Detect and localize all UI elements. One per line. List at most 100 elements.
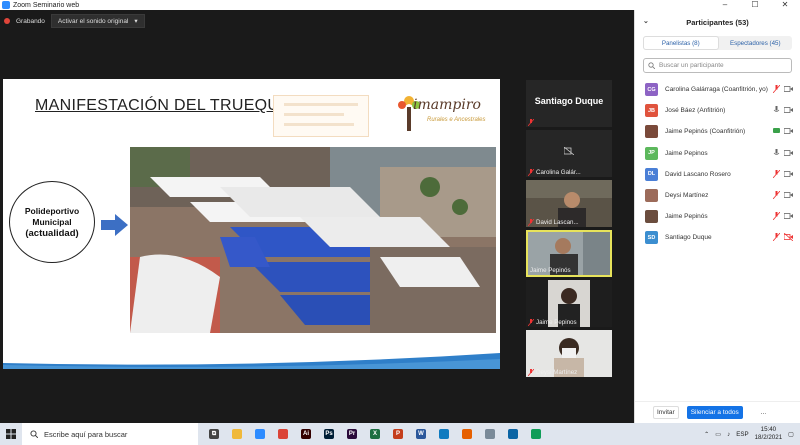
app-glyph: ⧉ — [209, 429, 219, 439]
excel-icon[interactable]: X — [365, 425, 385, 443]
participant-row[interactable]: JB José Báez (Anfitrión) — [635, 100, 800, 121]
taskbar-search-input[interactable]: Escribe aquí para buscar — [22, 423, 198, 445]
participant-row[interactable]: JP Jaime Pepinos — [635, 143, 800, 164]
thumbnail-tile[interactable]: Jaime Pepinos — [526, 280, 612, 327]
participant-name: Carolina Galárraga (Coanfitrión, yo) — [665, 86, 768, 94]
mic-muted-icon — [528, 319, 534, 326]
mic-icon[interactable] — [773, 106, 780, 114]
circle-line-3: (actualidad) — [25, 227, 79, 239]
participants-panel: ⌄ Participantes (53) Panelistas (8) Espe… — [634, 10, 800, 423]
video-icon[interactable] — [784, 127, 793, 135]
participant-row[interactable]: Jaime Pepinós (Coanfitrión) — [635, 121, 800, 142]
tab-panelists[interactable]: Panelistas (8) — [643, 36, 719, 50]
task-view-icon[interactable]: ⧉ — [204, 425, 224, 443]
app-glyph: Pr — [347, 429, 357, 439]
chrome-icon[interactable] — [273, 425, 293, 443]
participant-row[interactable]: DL David Lascano Rosero — [635, 164, 800, 185]
recording-label: Grabando — [16, 17, 45, 25]
screen-share-icon[interactable] — [773, 127, 780, 135]
volume-icon[interactable]: ♪ — [727, 431, 730, 438]
thumbnail-tile[interactable]: Santiago Duque — [526, 80, 612, 127]
photoshop-icon[interactable]: Ps — [319, 425, 339, 443]
maximize-button[interactable]: ☐ — [740, 0, 770, 10]
mic-muted-icon[interactable] — [773, 212, 780, 221]
participants-header: ⌄ Participantes (53) — [635, 10, 800, 34]
mute-all-button[interactable]: Silenciar a todos — [686, 406, 743, 419]
window-titlebar: Zoom Seminario web – ☐ ✕ — [0, 0, 800, 10]
avatar — [645, 189, 658, 203]
participant-row[interactable]: Jaime Pepinós — [635, 206, 800, 227]
chevron-down-icon[interactable]: ▾ — [134, 17, 137, 25]
edge-icon[interactable] — [434, 425, 454, 443]
mic-muted-icon[interactable] — [773, 233, 780, 242]
slide-faded-textbox — [273, 95, 369, 137]
participant-status-icons — [773, 127, 793, 135]
participant-name: José Báez (Anfitrión) — [665, 107, 726, 115]
network-icon[interactable]: ▭ — [715, 431, 721, 438]
participant-status-icons — [773, 148, 793, 157]
video-icon[interactable] — [784, 191, 793, 199]
zoom-app-icon — [2, 1, 10, 9]
file-explorer-icon[interactable] — [227, 425, 247, 443]
clock[interactable]: 15:40 18/2/2021 — [755, 426, 783, 442]
avatar: SD — [645, 231, 658, 245]
participant-name: Jaime Pepinós (Coanfitrión) — [665, 128, 746, 136]
firefox-icon[interactable] — [457, 425, 477, 443]
thumbnail-tile[interactable]: David Lascan... — [526, 180, 612, 227]
video-icon[interactable] — [784, 149, 793, 157]
more-options-button[interactable]: ... — [761, 409, 766, 416]
participant-row[interactable]: CG Carolina Galárraga (Coanfitrión, yo) — [635, 79, 800, 100]
zoom-icon[interactable] — [250, 425, 270, 443]
pimampiro-logo: imampiro Rurales e Ancestrales — [397, 91, 497, 133]
avatar: DL — [645, 167, 658, 181]
app-glyph: Ps — [324, 429, 334, 439]
clock-date: 18/2/2021 — [754, 434, 783, 441]
start-button[interactable] — [0, 423, 22, 445]
chrome-icon-2[interactable] — [526, 425, 546, 443]
thumbnail-tile[interactable]: Deysi Martínez — [526, 330, 612, 377]
app-glyph — [485, 429, 495, 439]
slide-title: MANIFESTACIÓN DEL TRUEQUE — [35, 97, 291, 114]
windows-taskbar: Escribe aquí para buscar ⧉ Ai Ps Pr X P W ⌃ ▭ … — [0, 423, 800, 445]
mic-muted-icon[interactable] — [773, 85, 780, 93]
invite-button[interactable]: Invitar — [653, 406, 679, 419]
notifications-icon[interactable]: ▢ — [788, 431, 794, 438]
aerial-photo-graphic — [130, 147, 496, 333]
window-title: Zoom Seminario web — [13, 1, 80, 9]
video-icon[interactable] — [784, 212, 793, 220]
logo-wordmark: imampiro — [413, 97, 481, 113]
illustrator-icon[interactable]: Ai — [296, 425, 316, 443]
mic-muted-icon[interactable] — [773, 169, 780, 178]
language-indicator[interactable]: ESP — [736, 431, 748, 438]
participant-row[interactable]: Deysi Martínez — [635, 185, 800, 206]
participant-row[interactable]: SD Santiago Duque — [635, 227, 800, 248]
minimize-button[interactable]: – — [710, 0, 740, 10]
thumbnail-tile[interactable]: Carolina Galár... — [526, 130, 612, 177]
powerpoint-icon[interactable]: P — [388, 425, 408, 443]
close-button[interactable]: ✕ — [770, 0, 800, 10]
video-icon[interactable] — [784, 170, 793, 178]
premiere-icon[interactable]: Pr — [342, 425, 362, 443]
video-off-icon[interactable] — [784, 233, 793, 242]
photos-icon[interactable] — [503, 425, 523, 443]
avatar: JP — [645, 146, 658, 160]
slide-footer-wave — [3, 353, 500, 369]
participant-search-input[interactable]: Buscar un participante — [643, 58, 792, 73]
video-icon[interactable] — [784, 106, 793, 114]
app-glyph: W — [416, 429, 426, 439]
word-icon[interactable]: W — [411, 425, 431, 443]
mic-icon[interactable] — [773, 148, 780, 157]
app-glyph: P — [393, 429, 403, 439]
mic-muted-icon[interactable] — [773, 190, 780, 199]
search-icon — [648, 62, 655, 69]
tab-attendees[interactable]: Espectadores (45) — [719, 36, 793, 50]
participant-status-icons — [773, 106, 793, 114]
chevron-down-icon[interactable]: ⌄ — [643, 17, 649, 25]
tools-icon[interactable] — [480, 425, 500, 443]
clock-time: 15:40 — [760, 426, 777, 433]
participant-name: David Lascano Rosero — [665, 170, 731, 178]
tray-arrow-icon[interactable]: ⌃ — [704, 431, 709, 438]
video-icon[interactable] — [784, 85, 793, 93]
original-audio-button[interactable]: Activar el sonido original ▾ — [50, 14, 145, 28]
thumbnail-tile-active[interactable]: Jaime Pepinós — [526, 230, 612, 277]
